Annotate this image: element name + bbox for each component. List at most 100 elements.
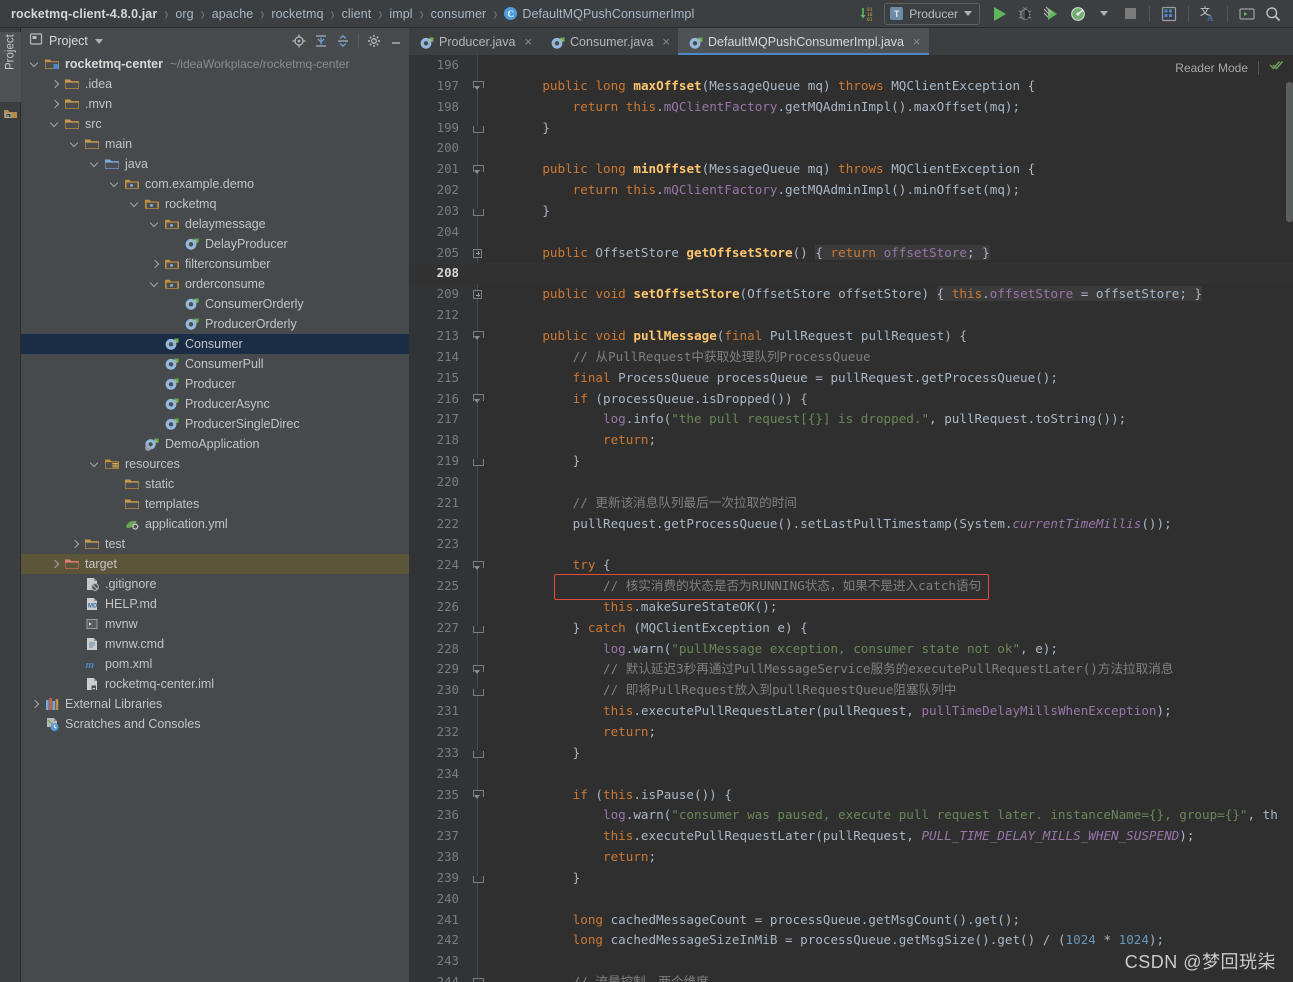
tree-node-help-md[interactable]: MDHELP.md xyxy=(21,594,409,614)
code-line[interactable]: 235 if (this.isPause()) { xyxy=(409,785,1293,806)
tree-node-external-libraries[interactable]: External Libraries xyxy=(21,694,409,714)
stop-button[interactable] xyxy=(1118,2,1142,26)
code-line[interactable]: 227 } catch (MQClientException e) { xyxy=(409,618,1293,639)
tree-node-static[interactable]: static xyxy=(21,474,409,494)
binary-download-icon[interactable]: 01 10 01 xyxy=(856,2,880,26)
fold-marker[interactable] xyxy=(471,284,484,305)
code-line[interactable]: 239 } xyxy=(409,868,1293,889)
tree-node-templates[interactable]: templates xyxy=(21,494,409,514)
breadcrumb-item[interactable]: rocketmq xyxy=(270,7,324,21)
fold-marker[interactable] xyxy=(471,743,484,764)
code-line[interactable]: 209 public void setOffsetStore(OffsetSto… xyxy=(409,284,1293,305)
settings-gear-icon[interactable] xyxy=(367,34,381,48)
code-viewport[interactable]: 196197 public long maxOffset(MessageQueu… xyxy=(409,55,1293,982)
code-line[interactable]: 221 // 更新该消息队列最后一次拉取的时间 xyxy=(409,493,1293,514)
code-line[interactable]: 197 public long maxOffset(MessageQueue m… xyxy=(409,76,1293,97)
stripe-button-project[interactable]: Project xyxy=(0,32,21,102)
fold-marker[interactable] xyxy=(471,972,484,982)
fold-marker[interactable] xyxy=(471,389,484,410)
fold-marker[interactable] xyxy=(471,680,484,701)
code-line[interactable]: 219 } xyxy=(409,451,1293,472)
code-line[interactable]: 240 xyxy=(409,889,1293,910)
vertical-scrollbar[interactable] xyxy=(1286,82,1293,222)
tree-node-mvnw-cmd[interactable]: mvnw.cmd xyxy=(21,634,409,654)
code-line[interactable]: 215 final ProcessQueue processQueue = pu… xyxy=(409,368,1293,389)
chevron-right-icon[interactable] xyxy=(29,698,42,711)
code-line[interactable]: 199 } xyxy=(409,118,1293,139)
tree-node-target[interactable]: target xyxy=(21,554,409,574)
code-line[interactable]: 233 } xyxy=(409,743,1293,764)
tree-node--gitignore[interactable]: .gitignore xyxy=(21,574,409,594)
code-line[interactable]: 202 return this.mQClientFactory.getMQAdm… xyxy=(409,180,1293,201)
breadcrumb-item[interactable]: impl xyxy=(388,7,413,21)
tree-node-resources[interactable]: resources xyxy=(21,454,409,474)
chevron-down-icon[interactable] xyxy=(29,58,42,71)
chevron-down-icon[interactable] xyxy=(149,278,162,291)
tree-node-rocketmq[interactable]: rocketmq xyxy=(21,194,409,214)
tree-node-producersingledirec[interactable]: ProducerSingleDirec xyxy=(21,414,409,434)
breadcrumb[interactable]: rocketmq-client-4.8.0.jar›org›apache›roc… xyxy=(0,7,695,21)
close-icon[interactable]: × xyxy=(524,34,532,49)
source-code[interactable]: 196197 public long maxOffset(MessageQueu… xyxy=(409,55,1293,982)
tree-node-demoapplication[interactable]: DemoApplication xyxy=(21,434,409,454)
code-line[interactable]: 225 // 核实消费的状态是否为RUNNING状态，如果不是进入catch语句 xyxy=(409,576,1293,597)
chevron-down-icon[interactable] xyxy=(89,158,102,171)
code-line[interactable]: 231 this.executePullRequestLater(pullReq… xyxy=(409,701,1293,722)
tree-node-src[interactable]: src xyxy=(21,114,409,134)
translate-button[interactable]: 文 A xyxy=(1196,2,1220,26)
tree-node--mvn[interactable]: .mvn xyxy=(21,94,409,114)
profile-dropdown-icon[interactable] xyxy=(1092,2,1116,26)
code-line[interactable]: 220 xyxy=(409,472,1293,493)
chevron-right-icon[interactable] xyxy=(149,258,162,271)
tree-node-consumerorderly[interactable]: ConsumerOrderly xyxy=(21,294,409,314)
code-line[interactable]: 212 xyxy=(409,305,1293,326)
project-tree[interactable]: rocketmq-center~/ideaWorkplace/rocketmq-… xyxy=(21,54,409,982)
fold-marker[interactable] xyxy=(471,118,484,139)
editor-tab-producer[interactable]: Producer.java× xyxy=(409,28,540,55)
services-button[interactable] xyxy=(1157,2,1181,26)
fold-marker[interactable] xyxy=(471,159,484,180)
code-line[interactable]: 232 return; xyxy=(409,722,1293,743)
editor-tabs[interactable]: Producer.java×Consumer.java×DefaultMQPus… xyxy=(409,28,1293,55)
run-with-coverage-button[interactable] xyxy=(1040,2,1064,26)
editor-tab-defaultmqpushconsumerimpl[interactable]: DefaultMQPushConsumerImpl.java× xyxy=(678,28,929,55)
terminal-button[interactable] xyxy=(1235,2,1259,26)
breadcrumb-item[interactable]: apache xyxy=(211,7,255,21)
hide-panel-icon[interactable] xyxy=(389,34,403,48)
chevron-right-icon[interactable] xyxy=(49,78,62,91)
tree-node-application-yml[interactable]: application.yml xyxy=(21,514,409,534)
tree-node-filterconsumber[interactable]: filterconsumber xyxy=(21,254,409,274)
chevron-down-icon[interactable] xyxy=(149,218,162,231)
editor-tab-consumer[interactable]: Consumer.java× xyxy=(540,28,678,55)
tree-node-mvnw[interactable]: mvnw xyxy=(21,614,409,634)
chevron-right-icon[interactable] xyxy=(69,538,82,551)
run-button[interactable] xyxy=(988,2,1012,26)
fold-marker[interactable] xyxy=(471,243,484,264)
tree-node-test[interactable]: test xyxy=(21,534,409,554)
chevron-down-icon[interactable] xyxy=(129,198,142,211)
fold-marker[interactable] xyxy=(471,618,484,639)
tree-node-main[interactable]: main xyxy=(21,134,409,154)
fold-marker[interactable] xyxy=(471,659,484,680)
breadcrumb-item[interactable]: rocketmq-client-4.8.0.jar xyxy=(10,7,158,21)
tree-node-java[interactable]: java xyxy=(21,154,409,174)
tree-node-delaymessage[interactable]: delaymessage xyxy=(21,214,409,234)
code-line[interactable]: 201 public long minOffset(MessageQueue m… xyxy=(409,159,1293,180)
code-line[interactable]: 196 xyxy=(409,55,1293,76)
tree-node-producer[interactable]: Producer xyxy=(21,374,409,394)
collapse-all-icon[interactable] xyxy=(336,34,350,48)
inspection-ok-icon[interactable] xyxy=(1269,58,1283,77)
tree-node-consumerpull[interactable]: ConsumerPull xyxy=(21,354,409,374)
close-icon[interactable]: × xyxy=(913,34,921,49)
code-line[interactable]: 218 return; xyxy=(409,430,1293,451)
code-line[interactable]: 228 log.warn("pullMessage exception, con… xyxy=(409,639,1293,660)
code-line[interactable]: 224 try { xyxy=(409,555,1293,576)
fold-marker[interactable] xyxy=(471,555,484,576)
fold-marker[interactable] xyxy=(471,326,484,347)
chevron-down-icon[interactable] xyxy=(89,458,102,471)
tree-node-delayproducer[interactable]: DelayProducer xyxy=(21,234,409,254)
code-line[interactable]: 234 xyxy=(409,764,1293,785)
code-line[interactable]: 237 this.executePullRequestLater(pullReq… xyxy=(409,826,1293,847)
tree-node-com-example-demo[interactable]: com.example.demo xyxy=(21,174,409,194)
code-line[interactable]: 198 return this.mQClientFactory.getMQAdm… xyxy=(409,97,1293,118)
